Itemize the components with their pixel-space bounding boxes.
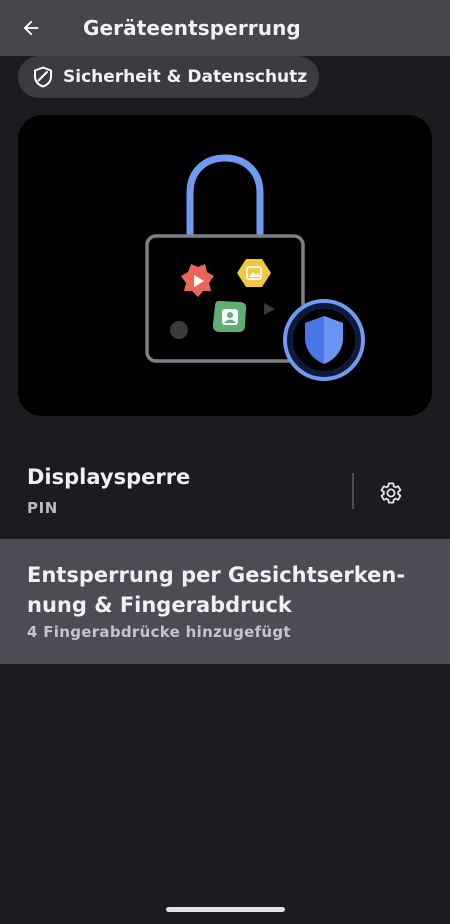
face-fingerprint-subtitle: 4 Fingerabdrücke hinzugefügt [27, 623, 291, 641]
shield-badge-icon [283, 299, 365, 381]
screen-lock-row[interactable]: Displaysperre PIN [0, 452, 450, 538]
face-fingerprint-unlock-row[interactable]: Entsperrung per Gesichtserken-nung & Fin… [0, 539, 450, 664]
screen-lock-settings-button[interactable] [370, 472, 412, 514]
top-app-bar: Geräteentsperrung [0, 0, 450, 56]
face-fingerprint-title: Entsperrung per Gesichtserken-nung & Fin… [27, 563, 406, 617]
vertical-divider [352, 473, 354, 509]
breadcrumb-chip[interactable]: Sicherheit & Datenschutz [18, 56, 319, 98]
back-button[interactable] [0, 0, 62, 56]
screen: Geräteentsperrung Sicherheit & Datenschu… [0, 0, 450, 924]
shield-icon [34, 66, 52, 88]
dot-decoration [170, 321, 188, 339]
device-unlock-illustration [18, 115, 432, 416]
home-indicator[interactable] [166, 907, 285, 912]
contact-app-badge-icon [212, 300, 247, 333]
padlock-illustration [145, 154, 365, 381]
page-title: Geräteentsperrung [83, 16, 301, 40]
gear-icon [380, 482, 402, 504]
breadcrumb-chip-label: Sicherheit & Datenschutz [63, 67, 308, 87]
screen-lock-title: Displaysperre [27, 465, 191, 489]
screen-lock-value: PIN [27, 499, 58, 517]
arrow-back-icon [23, 20, 39, 36]
